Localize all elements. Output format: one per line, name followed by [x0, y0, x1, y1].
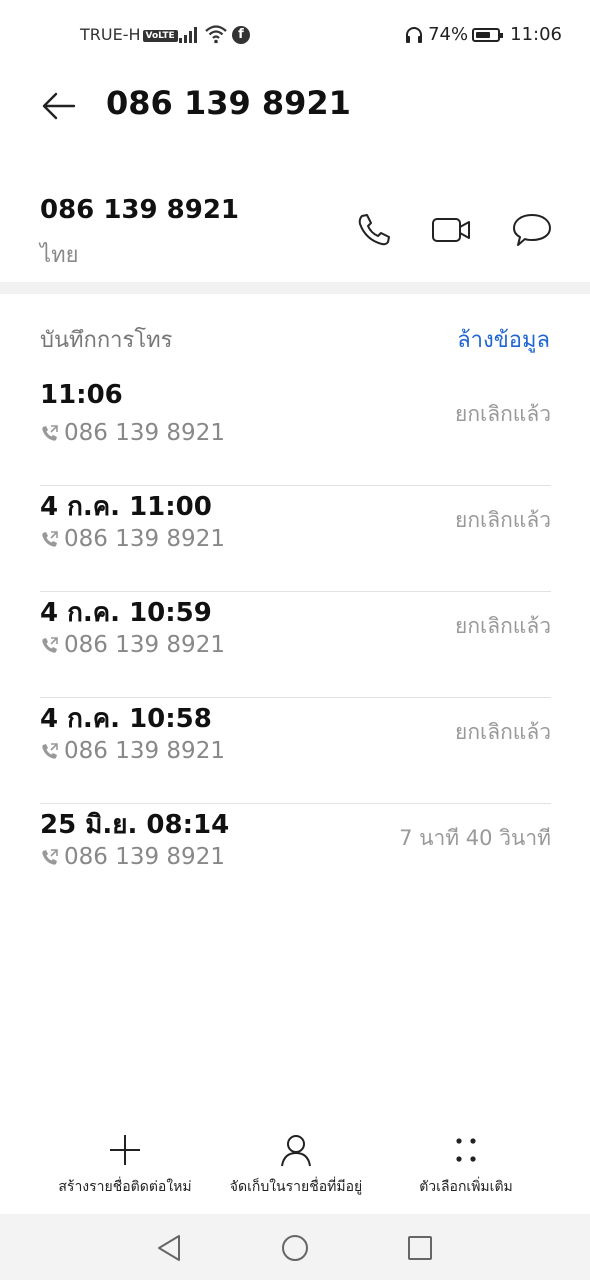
- more-options-button[interactable]: ตัวเลือกเพิ่มเติม: [406, 1132, 526, 1198]
- call-log-row[interactable]: 11:06 086 139 8921 ยกเลิกแล้ว: [40, 380, 551, 486]
- nav-back-icon[interactable]: [153, 1232, 185, 1264]
- call-number-text: 086 139 8921: [64, 526, 225, 552]
- call-datetime: 4 ก.ค. 10:58: [40, 704, 212, 734]
- call-log-row[interactable]: 4 ก.ค. 10:59 086 139 8921 ยกเลิกแล้ว: [40, 592, 551, 698]
- call-number-text: 086 139 8921: [64, 420, 225, 446]
- new-contact-button[interactable]: สร้างรายชื่อติดต่อใหม่: [46, 1132, 204, 1198]
- call-status: ยกเลิกแล้ว: [455, 614, 551, 638]
- more-options-label: ตัวเลือกเพิ่มเติม: [419, 1179, 513, 1195]
- outgoing-call-icon: [42, 425, 58, 441]
- plus-icon: [110, 1135, 140, 1165]
- facebook-icon: f: [232, 26, 250, 44]
- call-log-heading: บันทึกการโทร: [40, 328, 173, 353]
- call-duration: 7 นาที 40 วินาที: [399, 826, 551, 850]
- call-number: 086 139 8921: [40, 632, 225, 658]
- call-status: ยกเลิกแล้ว: [455, 720, 551, 744]
- headphones-icon: [406, 26, 423, 43]
- call-button[interactable]: [352, 208, 396, 252]
- call-number: 086 139 8921: [40, 738, 225, 764]
- save-to-existing-button[interactable]: จัดเก็บในรายชื่อที่มีอยู่: [218, 1132, 374, 1198]
- call-number-text: 086 139 8921: [64, 738, 225, 764]
- call-datetime: 25 มิ.ย. 08:14: [40, 810, 230, 840]
- more-dots-icon: [456, 1138, 476, 1162]
- clock: 11:06: [510, 24, 562, 45]
- page-title: 086 139 8921: [106, 84, 351, 122]
- call-status: ยกเลิกแล้ว: [455, 508, 551, 532]
- section-divider: [0, 282, 590, 294]
- outgoing-call-icon: [42, 849, 58, 865]
- signal-icon: [179, 27, 197, 43]
- call-datetime: 11:06: [40, 380, 123, 410]
- nav-home-icon[interactable]: [279, 1232, 311, 1264]
- person-icon: [281, 1135, 311, 1167]
- battery-icon: [472, 27, 504, 42]
- call-datetime: 4 ก.ค. 10:59: [40, 598, 212, 628]
- contact-number: 086 139 8921: [40, 195, 240, 225]
- call-log-row[interactable]: 25 มิ.ย. 08:14 086 139 8921 7 นาที 40 วิ…: [40, 804, 551, 910]
- battery-percent: 74%: [428, 24, 469, 45]
- outgoing-call-icon: [42, 637, 58, 653]
- system-nav-bar: [0, 1214, 590, 1280]
- carrier: TRUE-H VoLTE: [80, 25, 178, 44]
- carrier-name: TRUE-H: [80, 25, 141, 44]
- call-log-row[interactable]: 4 ก.ค. 10:58 086 139 8921 ยกเลิกแล้ว: [40, 698, 551, 804]
- clear-log-button[interactable]: ล้างข้อมูล: [457, 322, 550, 357]
- volte-badge: VoLTE: [142, 30, 178, 42]
- outgoing-call-icon: [42, 743, 58, 759]
- call-number: 086 139 8921: [40, 844, 225, 870]
- call-datetime: 4 ก.ค. 11:00: [40, 492, 212, 522]
- nav-recents-icon[interactable]: [404, 1232, 436, 1264]
- call-number: 086 139 8921: [40, 420, 225, 446]
- contact-country: ไทย: [40, 243, 79, 268]
- new-contact-label: สร้างรายชื่อติดต่อใหม่: [58, 1179, 192, 1195]
- call-status: ยกเลิกแล้ว: [455, 402, 551, 426]
- call-log-row[interactable]: 4 ก.ค. 11:00 086 139 8921 ยกเลิกแล้ว: [40, 486, 551, 592]
- wifi-icon: [205, 25, 227, 44]
- call-number-text: 086 139 8921: [64, 632, 225, 658]
- outgoing-call-icon: [42, 531, 58, 547]
- back-arrow-icon[interactable]: [40, 88, 76, 124]
- call-number-text: 086 139 8921: [64, 844, 225, 870]
- message-button[interactable]: [510, 208, 554, 252]
- status-bar: TRUE-H VoLTE f 74% 11:06: [0, 0, 590, 76]
- save-to-existing-label: จัดเก็บในรายชื่อที่มีอยู่: [229, 1179, 363, 1195]
- video-call-button[interactable]: [430, 208, 474, 252]
- status-right: 74% 11:06: [404, 24, 562, 45]
- call-number: 086 139 8921: [40, 526, 225, 552]
